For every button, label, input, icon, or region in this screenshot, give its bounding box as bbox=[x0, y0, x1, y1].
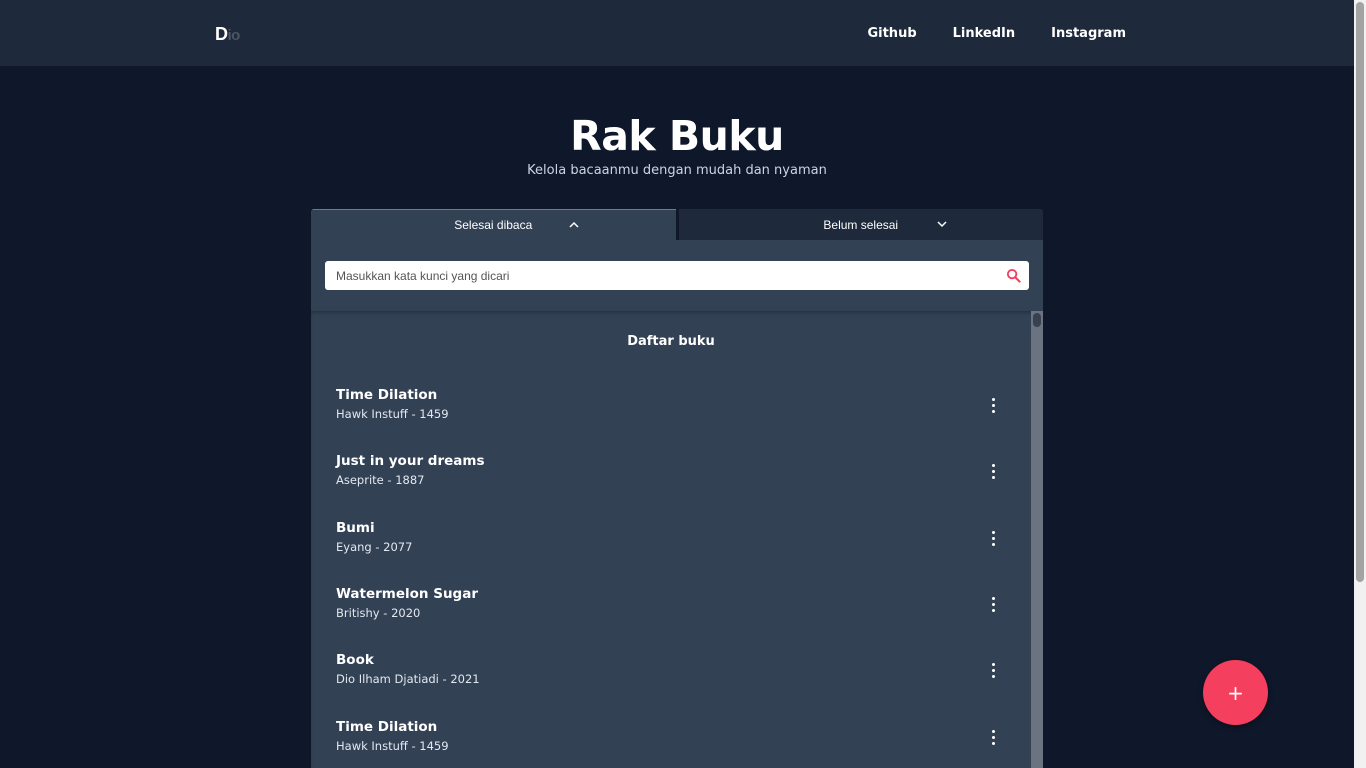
nav-link-linkedin[interactable]: LinkedIn bbox=[953, 26, 1016, 41]
book-meta: Hawk Instuff - 1459 bbox=[336, 407, 449, 421]
search-icon[interactable] bbox=[1006, 268, 1021, 283]
list-item[interactable]: Watermelon Sugar Britishy - 2020 bbox=[336, 583, 1016, 633]
book-meta: Dio Ilham Djatiadi - 2021 bbox=[336, 672, 480, 686]
book-title: Time Dilation bbox=[336, 387, 438, 403]
tab-finished-label: Selesai dibaca bbox=[454, 218, 533, 232]
page-scrollbar-thumb[interactable] bbox=[1356, 2, 1364, 582]
logo[interactable]: Dio bbox=[215, 24, 240, 45]
book-meta: Eyang - 2077 bbox=[336, 540, 413, 554]
list-item[interactable]: Time Dilation Hawk Instuff - 1459 bbox=[336, 716, 1016, 766]
nav-link-github[interactable]: Github bbox=[867, 26, 916, 41]
search-box bbox=[325, 261, 1029, 290]
logo-text-secondary: io bbox=[227, 27, 241, 44]
list-item[interactable]: Bumi Eyang - 2077 bbox=[336, 517, 1016, 567]
list-heading: Daftar buku bbox=[627, 334, 715, 349]
book-meta: Aseprite - 1887 bbox=[336, 473, 425, 487]
chevron-up-icon bbox=[569, 221, 579, 228]
more-vertical-icon[interactable] bbox=[988, 595, 1000, 615]
more-vertical-icon[interactable] bbox=[988, 462, 1000, 482]
page-scrollbar[interactable] bbox=[1354, 0, 1366, 768]
tab-finished[interactable]: Selesai dibaca bbox=[311, 209, 676, 240]
list-item[interactable]: Book Dio Ilham Djatiadi - 2021 bbox=[336, 649, 1016, 699]
nav-links: Github LinkedIn Instagram bbox=[867, 26, 1126, 41]
top-navbar: Dio Github LinkedIn Instagram bbox=[0, 0, 1354, 66]
more-vertical-icon[interactable] bbox=[988, 728, 1000, 748]
more-vertical-icon[interactable] bbox=[988, 396, 1000, 416]
page-subtitle: Kelola bacaanmu dengan mudah dan nyaman bbox=[527, 163, 827, 178]
search-area bbox=[311, 240, 1043, 311]
tab-unfinished-label: Belum selesai bbox=[823, 217, 899, 232]
book-title: Watermelon Sugar bbox=[336, 586, 478, 602]
add-book-button[interactable]: + bbox=[1203, 660, 1268, 725]
more-vertical-icon[interactable] bbox=[988, 661, 1000, 681]
book-title: Just in your dreams bbox=[336, 453, 485, 469]
book-list-area: Daftar buku Time Dilation Hawk Instuff -… bbox=[311, 311, 1043, 768]
list-item[interactable]: Time Dilation Hawk Instuff - 1459 bbox=[336, 384, 1016, 434]
list-item[interactable]: Just in your dreams Aseprite - 1887 bbox=[336, 450, 1016, 500]
page-title: Rak Buku bbox=[570, 112, 784, 160]
nav-link-instagram[interactable]: Instagram bbox=[1051, 26, 1126, 41]
book-meta: Britishy - 2020 bbox=[336, 606, 421, 620]
tab-unfinished[interactable]: Belum selesai bbox=[675, 209, 1043, 240]
search-input[interactable] bbox=[325, 261, 1017, 290]
logo-text-primary: D bbox=[215, 24, 228, 44]
book-title: Book bbox=[336, 652, 374, 668]
more-vertical-icon[interactable] bbox=[988, 529, 1000, 549]
chevron-down-icon bbox=[936, 221, 947, 228]
book-title: Bumi bbox=[336, 520, 375, 536]
bookshelf-panel: Selesai dibaca Belum selesai Daftar buku… bbox=[311, 209, 1043, 768]
list-scrollbar-thumb[interactable] bbox=[1033, 313, 1041, 327]
book-meta: Hawk Instuff - 1459 bbox=[336, 739, 449, 753]
list-scrollbar[interactable] bbox=[1031, 311, 1043, 768]
book-title: Time Dilation bbox=[336, 719, 438, 735]
tab-bar: Selesai dibaca Belum selesai bbox=[311, 209, 1043, 240]
